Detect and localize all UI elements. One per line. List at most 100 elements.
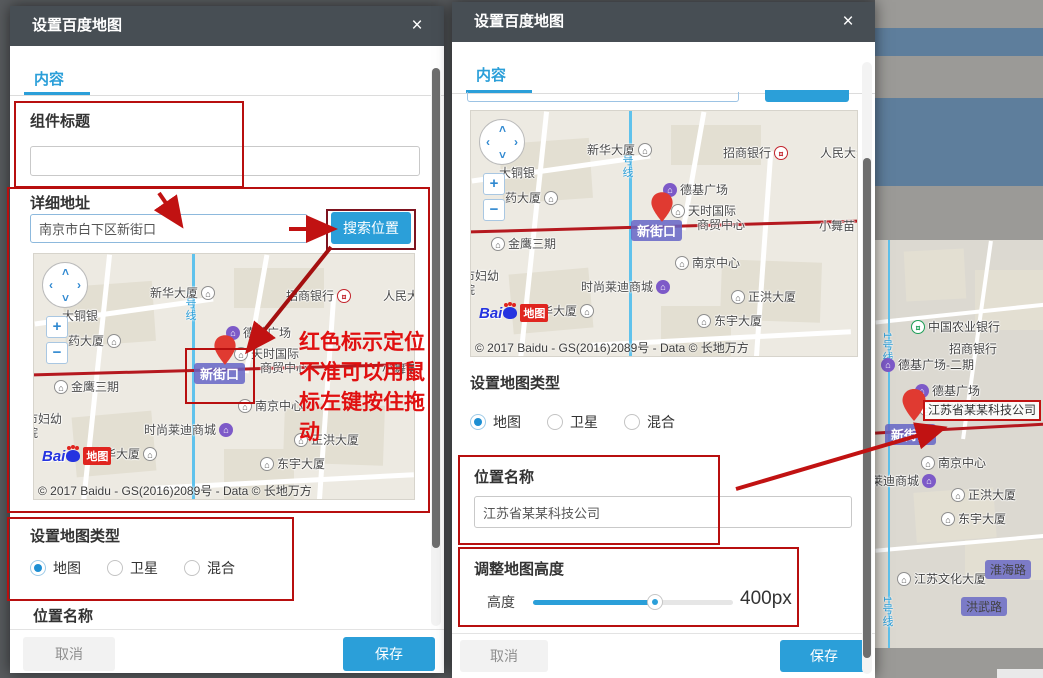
height-slider-track[interactable] [533, 600, 733, 605]
scrollbar-thumb[interactable] [863, 158, 871, 658]
search-location-button-partial[interactable] [765, 90, 849, 102]
map-poi-label: ⌂ 莱迪商城 [875, 472, 936, 489]
dialog-header: 设置百度地图 × [10, 6, 444, 46]
zoom-in-button[interactable]: + [46, 316, 68, 338]
map-poi-label: ⌂ 东宇大厦 [941, 510, 1006, 527]
radio-hybrid[interactable]: 混合 [184, 558, 235, 578]
height-slider-label: 高度 [487, 592, 515, 612]
radio-dot [624, 414, 640, 430]
footer-divider [10, 629, 444, 630]
radio-dot [107, 560, 123, 576]
map-type-radios: 地图 卫星 混合 [30, 558, 235, 578]
baidu-logo: Bai 地图 [42, 447, 111, 465]
zoom-out-button[interactable]: − [46, 342, 68, 364]
dialog-header: 设置百度地图 × [452, 2, 875, 42]
poi-icon: ⌂ [238, 399, 252, 413]
map-poi-label: ⌂ 药大厦 [68, 332, 121, 349]
map-poi-label: ⊙ 小舞苗 [382, 360, 415, 377]
dialog-left-baidu-map-settings: 设置百度地图 × 内容 组件标题 详细地址 搜索位置 1号线 ⌂ 新华大厦 [10, 6, 444, 673]
radio-hybrid[interactable]: 混合 [624, 412, 675, 432]
bg-band-blue-1 [875, 28, 1043, 56]
baidu-paw-icon [503, 307, 517, 319]
map-poi-label: ⊙ 小舞苗 [819, 217, 858, 234]
poi-icon: ⌂ [54, 380, 68, 394]
zoom-out-button[interactable]: − [483, 199, 505, 221]
map-poi-label: ⌂ 金鹰三期 [491, 235, 556, 252]
dialog-title: 设置百度地图 [474, 13, 564, 30]
poi-icon: ⌂ [219, 423, 233, 437]
address-label: 详细地址 [30, 192, 90, 213]
radio-map[interactable]: 地图 [470, 412, 521, 432]
save-button[interactable]: 保存 [343, 637, 435, 671]
poi-icon: ¤ [774, 146, 788, 160]
zoom-in-button[interactable]: + [483, 173, 505, 195]
map-poi-label: ¤ 中国农业银行 [911, 318, 1000, 335]
map-poi-label: 招商银行 [949, 340, 997, 357]
map-poi-label: ¤ 招商银行 [286, 287, 351, 304]
poi-icon: ⌂ [656, 280, 670, 294]
pan-down-icon: ˅ [499, 148, 506, 162]
poi-icon: ⌂ [675, 256, 689, 270]
map-type-label: 设置地图类型 [30, 525, 120, 546]
dialog-scrollbar[interactable] [862, 62, 872, 674]
save-button[interactable]: 保存 [780, 640, 868, 672]
bg-band-blue-2 [875, 98, 1043, 186]
pan-up-icon: ˄ [499, 122, 506, 136]
metro-line1-label-bottom: 1号线 [879, 596, 895, 627]
scrollbar-thumb[interactable] [432, 68, 440, 548]
location-name-label: 位置名称 [33, 605, 93, 626]
radio-dot [470, 414, 486, 430]
station-badge: 新街口 [631, 220, 682, 241]
poi-icon: ⌂ [580, 304, 594, 318]
footer-divider [452, 633, 875, 634]
poi-icon: ⌂ [941, 512, 955, 526]
component-title-input[interactable] [30, 146, 420, 176]
map-poi-label: 人民大会 [820, 144, 858, 161]
location-name-label: 位置名称 [474, 466, 534, 487]
bg-band-gray-1 [875, 0, 1043, 28]
map-poi-label: 商贸中心 [260, 359, 308, 376]
dialog-scrollbar[interactable] [431, 68, 441, 626]
map-height-label: 调整地图高度 [474, 558, 564, 579]
poi-icon: ⌂ [731, 290, 745, 304]
radio-map[interactable]: 地图 [30, 558, 81, 578]
cancel-button[interactable]: 取消 [23, 637, 115, 671]
background-map[interactable]: 1号线 1号线 ¤ 中国农业银行 ⌂ 德基广场-二期 招商银行 ⌂ 德基广场 ⌂… [875, 240, 1043, 648]
baidu-logo: Bai 地图 [479, 304, 548, 322]
address-input-partial[interactable] [467, 92, 739, 102]
poi-icon: ⌂ [897, 572, 911, 586]
poi-icon: ¤ [911, 320, 925, 334]
height-slider-fill [533, 600, 655, 605]
map-pan-control[interactable]: ˄ ˅ ‹ › [42, 262, 88, 308]
map-preview[interactable]: 1号线 ⌂ 新华大厦 大铜银 ⌂ 药大厦 ⌂ 金鹰三期 ¤ 招商银行 [470, 110, 858, 357]
baidu-paw-icon [66, 450, 80, 462]
map-pin[interactable] [650, 191, 674, 223]
map-poi-label: ⌂ 东宇大厦 [697, 312, 762, 329]
map-poi-label: ⌂ 南京中心 [921, 454, 986, 471]
map-poi-label: 人民大会 [383, 287, 415, 304]
map-poi-label: ⌂ 正洪大厦 [951, 486, 1016, 503]
height-slider-handle[interactable] [647, 594, 663, 610]
map-pan-control[interactable]: ˄ ˅ ‹ › [479, 119, 525, 165]
tab-content[interactable]: 内容 [476, 64, 506, 85]
radio-satellite[interactable]: 卫星 [107, 558, 158, 578]
map-pin[interactable] [213, 334, 237, 366]
poi-icon: ⌂ [922, 474, 936, 488]
map-poi-label: ⌂ 江苏文化大厦 [897, 570, 986, 587]
address-input[interactable] [30, 214, 308, 243]
tab-content[interactable]: 内容 [34, 68, 64, 89]
search-location-button[interactable]: 搜索位置 [331, 212, 411, 244]
map-poi-label: ⌂ 南京中心 [675, 254, 740, 271]
cancel-button[interactable]: 取消 [460, 640, 548, 672]
radio-satellite[interactable]: 卫星 [547, 412, 598, 432]
poi-icon: ⌂ [143, 447, 157, 461]
close-icon[interactable]: × [837, 11, 859, 33]
poi-icon: ⌂ [951, 488, 965, 502]
dialog-right-baidu-map-settings: 设置百度地图 × 内容 1号线 ⌂ 新华大厦 大铜银 [452, 2, 875, 678]
map-preview[interactable]: 1号线 ⌂ 新华大厦 大铜银 ⌂ 药大厦 ⌂ 金鹰三期 ¤ 招商银行 [33, 253, 415, 500]
close-icon[interactable]: × [406, 15, 428, 37]
map-poi-label: ⌂ 时尚莱迪商城 [581, 278, 670, 295]
company-label: 江苏省某某科技公司 [923, 400, 1041, 421]
location-name-input[interactable] [474, 496, 852, 528]
poi-icon: ⌂ [260, 457, 274, 471]
